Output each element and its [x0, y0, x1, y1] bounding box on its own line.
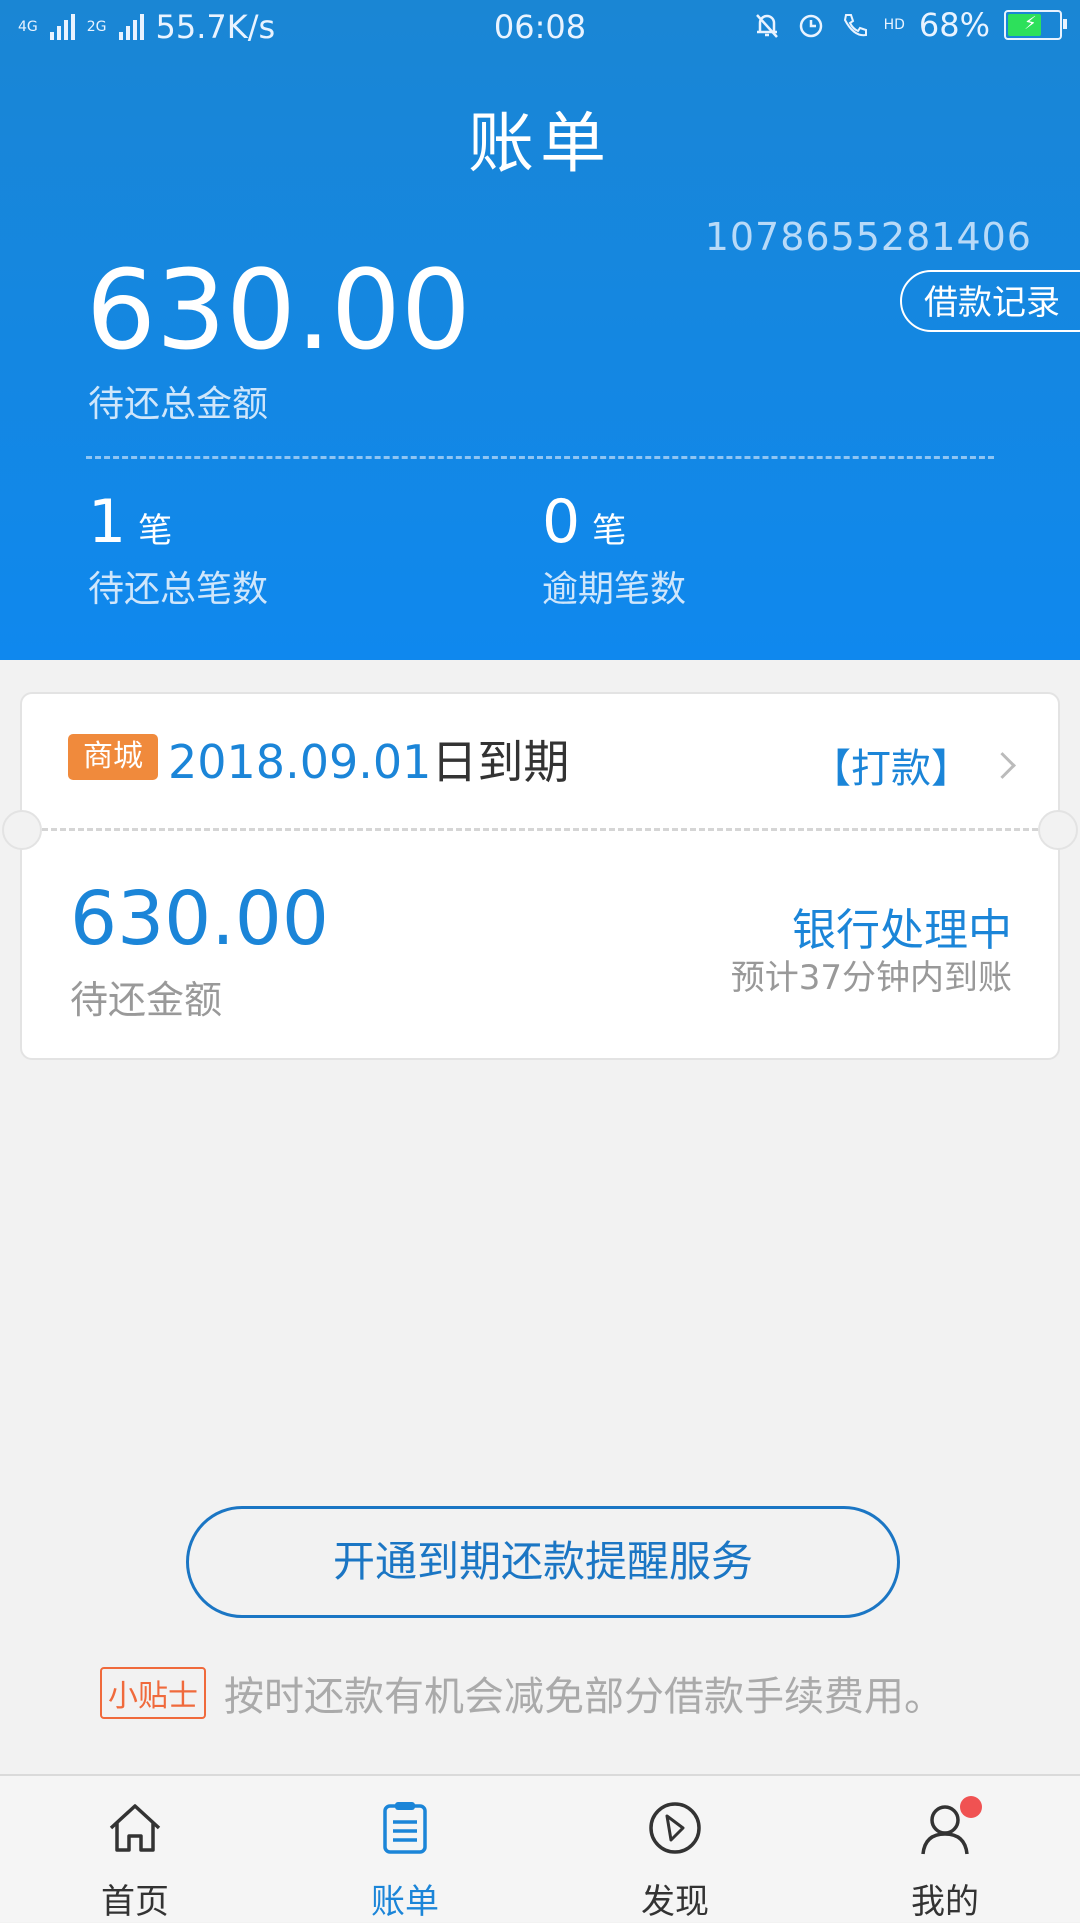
total-amount-label: 待还总金额: [88, 384, 269, 425]
account-number: 1078655281406: [704, 215, 1032, 259]
tab-bill-label: 账单: [371, 1882, 439, 1922]
bottom-tab-bar: 首页 账单 发现 我的: [0, 1774, 1080, 1922]
bill-amount: 630.00: [70, 876, 329, 962]
charging-icon: ⚡: [1024, 13, 1037, 34]
pay-label: 【打款】: [811, 746, 971, 792]
tip: 小贴士 按时还款有机会减免部分借款手续费用。: [100, 1664, 944, 1722]
pending-count-stat: 1笔 待还总笔数: [88, 492, 268, 612]
bill-eta: 预计37分钟内到账: [730, 958, 1012, 998]
bill-header: 4G 2G 55.7K/s 06:08 HD 68% ⚡ 账单 10786552…: [0, 0, 1080, 660]
due-date: 2018.09.01日到期: [168, 734, 569, 790]
overdue-unit: 笔: [592, 511, 627, 551]
card-notch-right: [1038, 810, 1078, 850]
pending-count: 1: [88, 487, 127, 557]
tab-home[interactable]: 首页: [0, 1776, 270, 1922]
enable-reminder-button[interactable]: 开通到期还款提醒服务: [186, 1506, 900, 1618]
tab-home-label: 首页: [101, 1882, 169, 1922]
loan-record-button[interactable]: 借款记录: [900, 270, 1080, 332]
overdue-count: 0: [542, 487, 581, 557]
bill-status: 银行处理中: [792, 905, 1012, 956]
due-date-suffix: 日到期: [431, 735, 570, 789]
status-right: HD 68% ⚡: [752, 6, 1067, 44]
pay-link[interactable]: 【打款】: [811, 736, 1016, 794]
pending-count-label: 待还总笔数: [88, 569, 269, 610]
overdue-count-label: 逾期笔数: [542, 569, 687, 610]
overdue-count-stat: 0笔 逾期笔数: [542, 492, 686, 612]
hd-label: HD: [883, 17, 905, 33]
alarm-icon: [799, 14, 822, 38]
tab-discover-label: 发现: [641, 1882, 709, 1922]
due-date-value: 2018.09.01: [168, 735, 432, 789]
page-title: 账单: [468, 105, 612, 182]
tab-mine-label: 我的: [911, 1882, 979, 1922]
tip-text: 按时还款有机会减免部分借款手续费用。: [224, 1674, 944, 1720]
bill-card[interactable]: 商城 2018.09.01日到期 【打款】 630.00 待还金额 银行处理中 …: [2, 692, 1078, 1060]
notification-dot: [960, 1796, 982, 1818]
tab-mine[interactable]: 我的: [810, 1776, 1080, 1922]
battery-icon: ⚡: [1004, 10, 1067, 40]
bill-amount-label: 待还金额: [70, 978, 223, 1022]
hd-call-icon: [843, 14, 867, 37]
tip-badge: 小贴士: [100, 1667, 206, 1719]
total-amount: 630.00: [86, 246, 471, 374]
chevron-right-icon: [989, 751, 1016, 779]
tab-discover[interactable]: 发现: [540, 1776, 810, 1922]
bill-icon: [383, 1802, 427, 1854]
battery-percent: 68%: [918, 6, 990, 44]
pending-unit: 笔: [138, 511, 173, 551]
divider: [86, 456, 994, 459]
status-bar: 4G 2G 55.7K/s 06:08 HD 68% ⚡: [0, 0, 1080, 58]
card-divider: [42, 828, 1038, 831]
mall-badge: 商城: [68, 734, 158, 780]
home-icon: [109, 1804, 161, 1852]
card-notch-left: [2, 810, 42, 850]
compass-icon: [649, 1802, 701, 1854]
bell-muted-icon: [755, 14, 778, 38]
tab-bill[interactable]: 账单: [270, 1776, 540, 1922]
